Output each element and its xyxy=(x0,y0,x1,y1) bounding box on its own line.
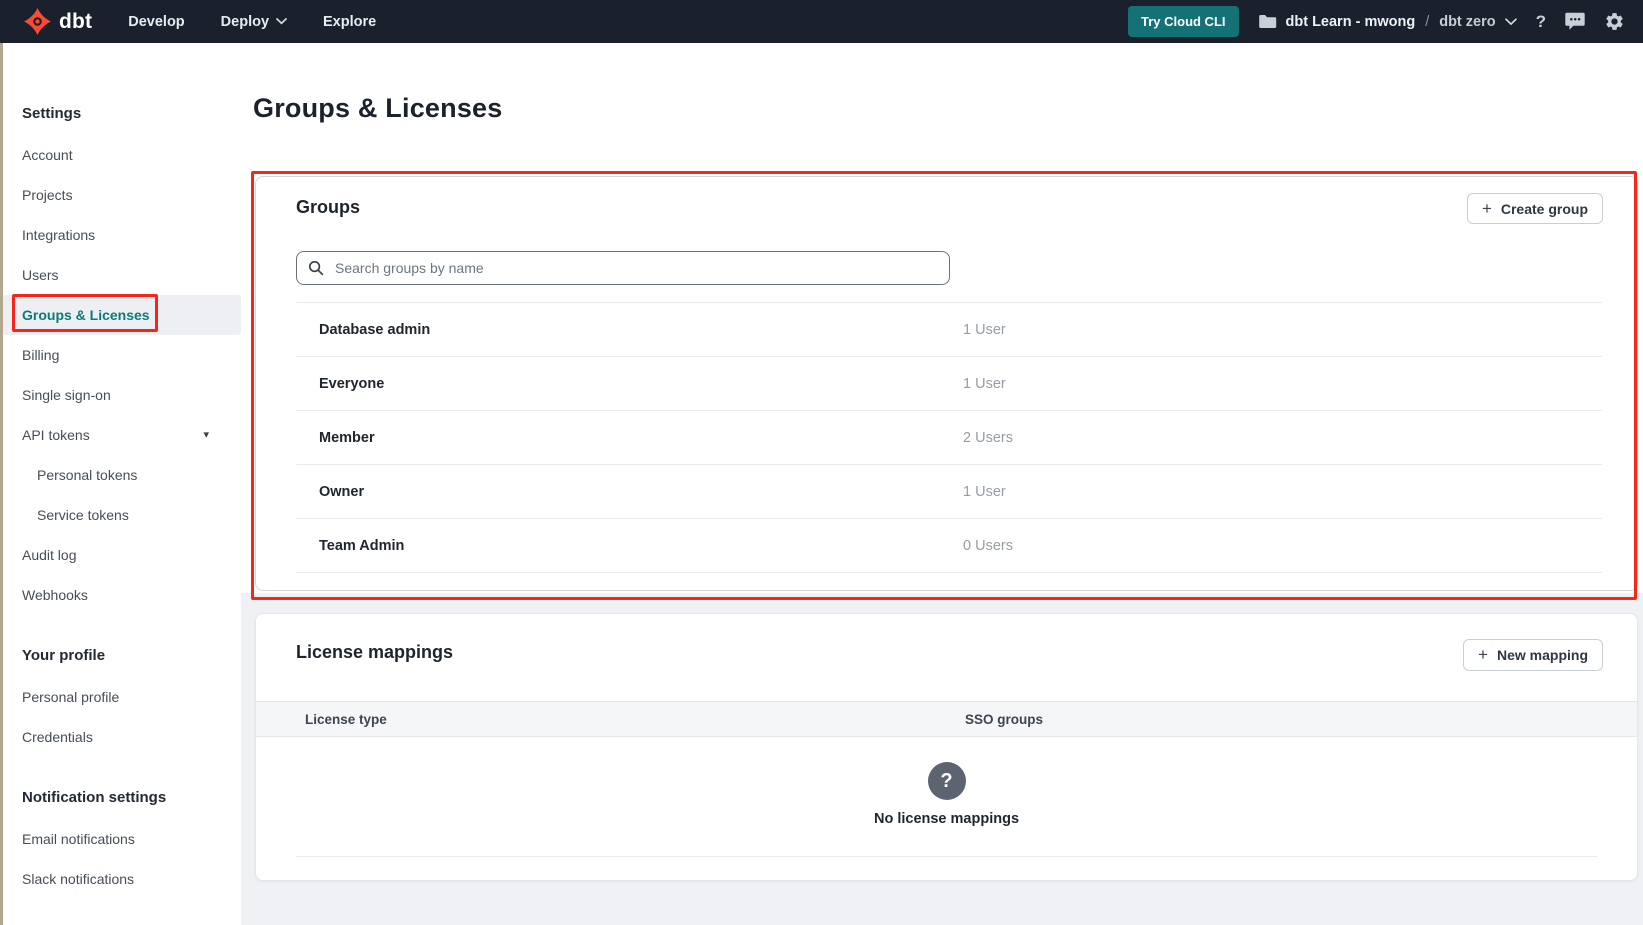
nav-explore-label: Explore xyxy=(323,14,376,30)
top-navbar: dbt Develop Deploy Explore Try Cloud CLI xyxy=(0,0,1643,43)
create-group-button[interactable]: + Create group xyxy=(1467,193,1603,224)
sidebar-item-audit-log[interactable]: Audit log xyxy=(3,535,241,575)
nav-deploy[interactable]: Deploy xyxy=(221,14,287,30)
license-empty-state: ? No license mappings xyxy=(256,762,1637,827)
group-name: Database admin xyxy=(319,322,430,338)
navbar-left: dbt Develop Deploy Explore xyxy=(24,8,376,35)
groups-heading: Groups xyxy=(296,197,360,218)
gear-icon[interactable] xyxy=(1604,11,1625,32)
groups-card: Groups + Create group Database admin 1 U… xyxy=(255,176,1638,591)
sidebar-item-users[interactable]: Users xyxy=(3,255,241,295)
chevron-down-icon xyxy=(1505,18,1517,26)
sidebar-heading-notification-settings: Notification settings xyxy=(3,783,241,811)
group-name: Member xyxy=(319,430,375,446)
nav-explore[interactable]: Explore xyxy=(323,14,376,30)
nav-develop-label: Develop xyxy=(128,14,184,30)
group-search[interactable] xyxy=(296,251,950,285)
try-cloud-cli-button[interactable]: Try Cloud CLI xyxy=(1128,6,1239,37)
sidebar-heading-settings: Settings xyxy=(3,99,241,127)
license-mappings-heading: License mappings xyxy=(296,642,453,663)
sidebar-item-account[interactable]: Account xyxy=(3,135,241,175)
folder-icon xyxy=(1258,14,1277,29)
sidebar-item-api-tokens[interactable]: API tokens ▾ xyxy=(3,415,241,455)
plus-icon: + xyxy=(1482,200,1492,217)
create-group-label: Create group xyxy=(1501,201,1588,217)
group-user-count: 2 Users xyxy=(963,430,1013,446)
license-table-header: License type SSO groups xyxy=(256,701,1637,737)
group-user-count: 1 User xyxy=(963,484,1006,500)
sidebar-item-slack-notifications[interactable]: Slack notifications xyxy=(3,859,241,899)
dbt-logo-icon xyxy=(24,8,51,35)
search-input[interactable] xyxy=(333,259,938,277)
breadcrumb-separator: / xyxy=(1425,14,1429,30)
settings-sidebar: Settings Account Projects Integrations U… xyxy=(3,43,241,925)
divider xyxy=(296,856,1597,857)
sidebar-heading-your-profile: Your profile xyxy=(3,641,241,669)
account-name: dbt Learn - mwong xyxy=(1286,14,1416,30)
sidebar-item-webhooks[interactable]: Webhooks xyxy=(3,575,241,615)
new-mapping-button[interactable]: + New mapping xyxy=(1463,639,1603,671)
navbar-right: Try Cloud CLI dbt Learn - mwong / dbt ze… xyxy=(1128,6,1625,37)
sidebar-item-service-tokens[interactable]: Service tokens xyxy=(3,495,241,535)
nav-develop[interactable]: Develop xyxy=(128,14,184,30)
sidebar-item-label: API tokens xyxy=(22,427,90,443)
plus-icon: + xyxy=(1478,646,1488,663)
group-name: Owner xyxy=(319,484,364,500)
sidebar-item-integrations[interactable]: Integrations xyxy=(3,215,241,255)
feedback-icon[interactable] xyxy=(1565,12,1585,31)
group-name: Everyone xyxy=(319,376,384,392)
sidebar-item-personal-profile[interactable]: Personal profile xyxy=(3,677,241,717)
chevron-down-icon xyxy=(276,18,287,25)
column-header-sso-groups: SSO groups xyxy=(965,712,1043,727)
group-row-team-admin[interactable]: Team Admin 0 Users xyxy=(296,518,1602,573)
sidebar-item-projects[interactable]: Projects xyxy=(3,175,241,215)
group-user-count: 1 User xyxy=(963,322,1006,338)
group-user-count: 1 User xyxy=(963,376,1006,392)
brand-text: dbt xyxy=(59,10,92,34)
app-window: dbt Develop Deploy Explore Try Cloud CLI xyxy=(0,0,1643,925)
project-switcher[interactable]: dbt Learn - mwong / dbt zero xyxy=(1258,14,1517,30)
sidebar-item-single-sign-on[interactable]: Single sign-on xyxy=(3,375,241,415)
empty-state-text: No license mappings xyxy=(874,811,1019,827)
project-name: dbt zero xyxy=(1439,14,1495,30)
sidebar-item-credentials[interactable]: Credentials xyxy=(3,717,241,757)
primary-nav: Develop Deploy Explore xyxy=(128,14,376,30)
group-row-database-admin[interactable]: Database admin 1 User xyxy=(296,302,1602,356)
group-row-owner[interactable]: Owner 1 User xyxy=(296,464,1602,518)
group-user-count: 0 Users xyxy=(963,538,1013,554)
nav-deploy-label: Deploy xyxy=(221,14,269,30)
group-name: Team Admin xyxy=(319,538,404,554)
search-icon xyxy=(308,260,324,276)
column-header-license-type: License type xyxy=(305,712,387,727)
help-icon[interactable]: ? xyxy=(1536,12,1546,32)
sidebar-item-personal-tokens[interactable]: Personal tokens xyxy=(3,455,241,495)
sidebar-item-groups-licenses[interactable]: Groups & Licenses xyxy=(3,295,241,335)
sidebar-settings-list: Account Projects Integrations Users Grou… xyxy=(3,135,241,615)
page-title: Groups & Licenses xyxy=(253,93,502,124)
sidebar-section-your-profile: Your profile Personal profile Credential… xyxy=(3,641,241,757)
sidebar-section-notification-settings: Notification settings Email notification… xyxy=(3,783,241,899)
sidebar-item-billing[interactable]: Billing xyxy=(3,335,241,375)
sidebar-item-email-notifications[interactable]: Email notifications xyxy=(3,819,241,859)
question-mark-icon: ? xyxy=(928,762,966,800)
new-mapping-label: New mapping xyxy=(1497,647,1588,663)
group-row-everyone[interactable]: Everyone 1 User xyxy=(296,356,1602,410)
dbt-logo[interactable]: dbt xyxy=(24,8,92,35)
group-row-member[interactable]: Member 2 Users xyxy=(296,410,1602,464)
caret-down-icon: ▾ xyxy=(203,430,209,441)
license-mappings-card: License mappings + New mapping License t… xyxy=(255,613,1638,881)
groups-table: Database admin 1 User Everyone 1 User Me… xyxy=(296,302,1602,573)
